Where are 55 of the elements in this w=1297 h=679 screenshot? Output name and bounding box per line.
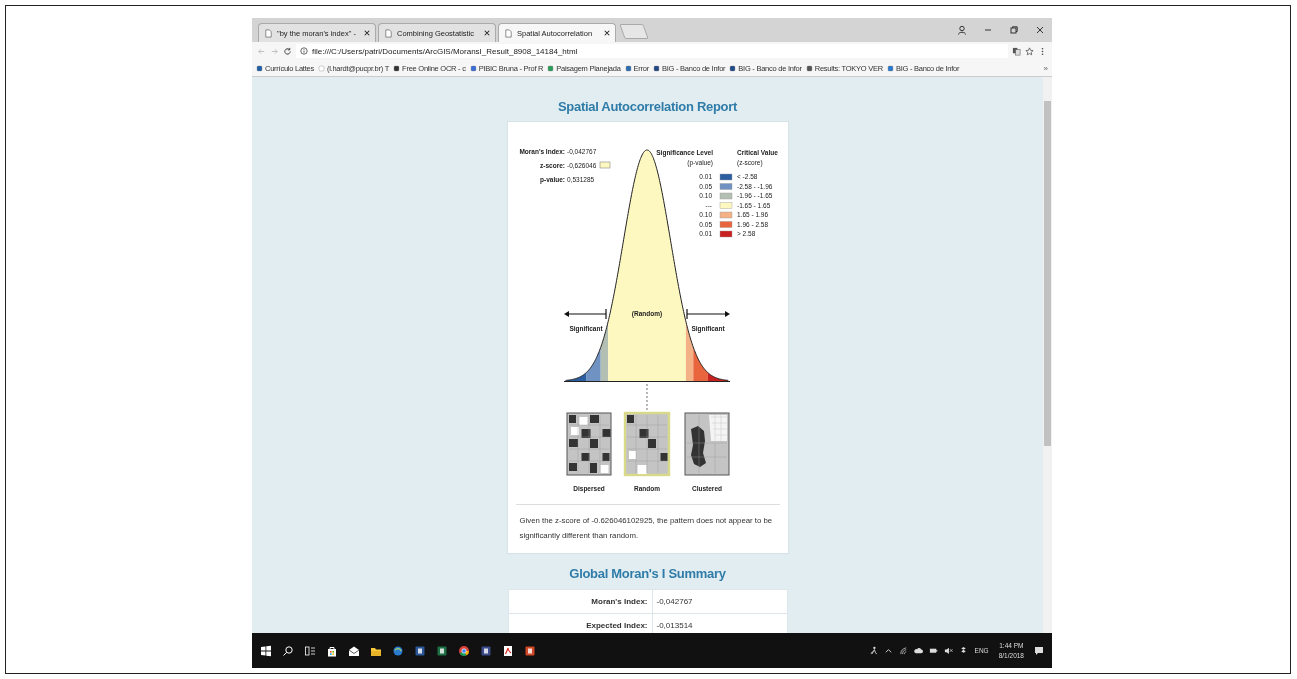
bookmark-icon xyxy=(317,64,325,72)
more-bookmarks-button[interactable]: » xyxy=(1043,63,1048,73)
bookmark-icon xyxy=(393,64,401,72)
table-cell-text: -0,013514 xyxy=(655,620,694,632)
network-icon[interactable] xyxy=(898,646,908,655)
bookmark-icon xyxy=(886,64,894,72)
page-icon xyxy=(264,28,273,38)
shopping-bag-icon[interactable] xyxy=(326,644,338,657)
bookmark-icon xyxy=(256,64,263,72)
mail-icon[interactable] xyxy=(348,644,360,657)
bookmark-icon xyxy=(624,64,632,72)
slides-icon[interactable] xyxy=(524,644,536,657)
address-field[interactable]: file:///C:/Users/patri/Documents/ArcGIS/MoransI_Result_8908_14184_html xyxy=(296,44,1008,58)
restore-icon[interactable] xyxy=(1009,25,1019,35)
close-icon[interactable] xyxy=(364,30,370,36)
search-icon[interactable] xyxy=(282,644,294,657)
pdf-icon[interactable] xyxy=(502,644,514,657)
table-cell-text: -0,042767 xyxy=(655,596,694,608)
close-icon[interactable] xyxy=(484,30,490,36)
star-icon[interactable] xyxy=(1025,46,1034,56)
spreadsheet-icon[interactable] xyxy=(436,644,448,657)
scrollbar[interactable] xyxy=(1043,77,1052,633)
info-icon xyxy=(300,47,308,55)
caret-icon[interactable] xyxy=(883,646,893,655)
speaker-icon[interactable] xyxy=(943,646,953,655)
bookmark-icon xyxy=(805,64,813,72)
start-icon[interactable] xyxy=(260,644,272,657)
left-arrow xyxy=(563,308,607,320)
task-view-icon[interactable] xyxy=(304,644,316,657)
right-arrow xyxy=(685,308,730,320)
bookmark-icon xyxy=(469,64,477,72)
scrollbar-thumb[interactable] xyxy=(1044,101,1051,446)
app-icon[interactable] xyxy=(480,644,492,657)
translate-icon[interactable] xyxy=(1012,46,1021,56)
cloud-icon[interactable] xyxy=(913,646,923,655)
page-icon xyxy=(384,28,393,38)
globe-icon[interactable] xyxy=(392,644,404,657)
table-cell: Moran's Index: xyxy=(508,590,653,613)
report-title: Spatial Autocorrelation Report xyxy=(557,99,737,114)
bookmark-icon xyxy=(547,64,555,72)
close-icon[interactable] xyxy=(1035,25,1045,35)
bookmark-icon xyxy=(729,64,737,72)
bookmark-icon xyxy=(653,64,660,72)
browser-icon[interactable] xyxy=(458,644,470,657)
person-icon[interactable] xyxy=(868,646,878,655)
summary-title: Global Moran's I Summary xyxy=(569,566,726,581)
reload-icon[interactable] xyxy=(283,46,292,56)
account-icon[interactable] xyxy=(957,25,967,35)
close-icon[interactable] xyxy=(604,30,610,36)
dashed-line xyxy=(645,383,648,413)
notification-icon[interactable] xyxy=(1034,645,1044,656)
page-icon xyxy=(504,28,513,38)
battery-icon[interactable] xyxy=(928,646,938,655)
z-score-swatch xyxy=(599,161,610,169)
document-icon[interactable] xyxy=(414,644,426,657)
